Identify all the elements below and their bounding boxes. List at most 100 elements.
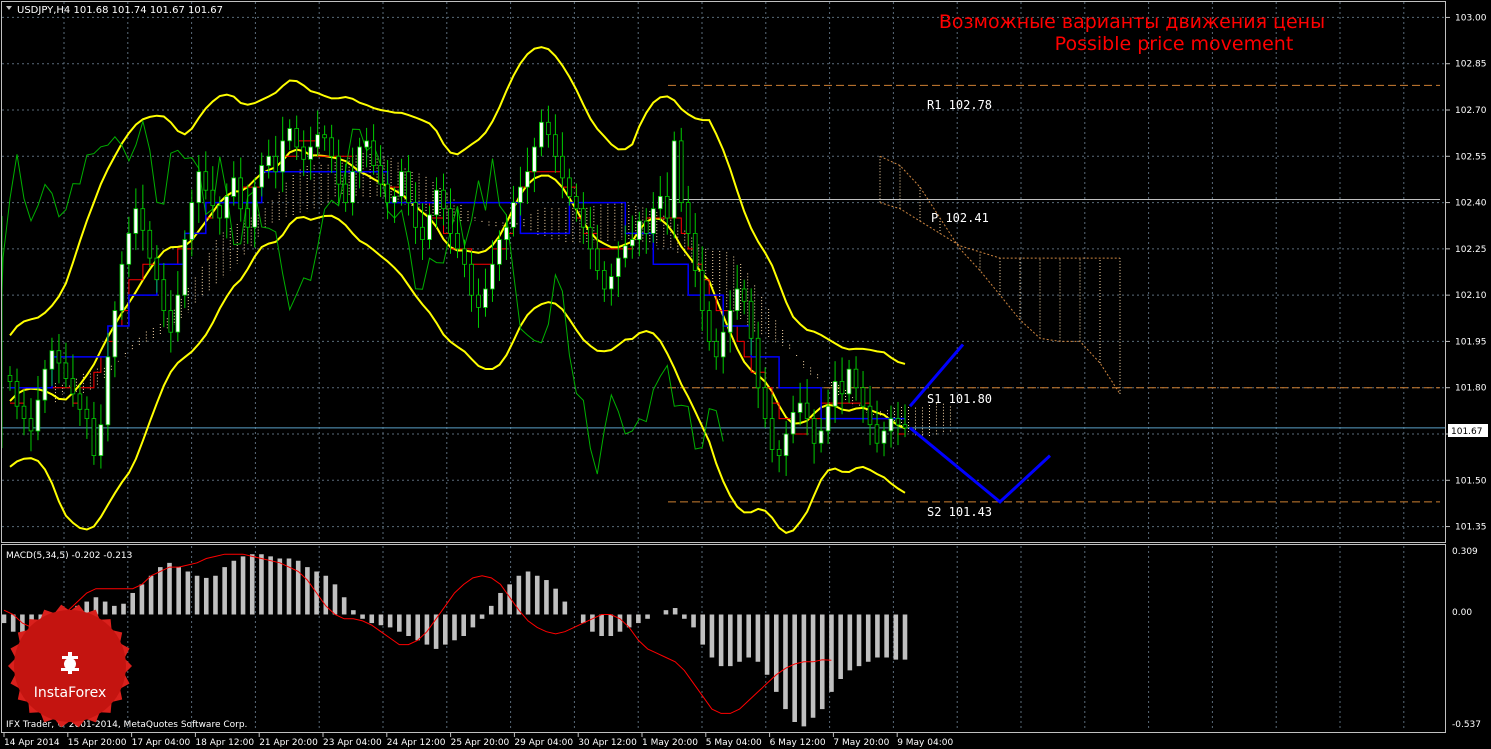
candle-body [518, 186, 523, 203]
candle-body [664, 195, 670, 219]
time-tick-label: 5 May 04:00 [706, 738, 762, 748]
candle-body [273, 155, 278, 173]
candle-body [378, 165, 383, 185]
time-tick-label: 25 Apr 20:00 [451, 738, 510, 748]
time-tick-label: 7 May 20:00 [833, 738, 889, 748]
macd-label: MACD(5,34,5) -0.202 -0.213 [6, 551, 132, 561]
candle-body [392, 195, 397, 203]
candle-body [574, 195, 579, 210]
candle-body [203, 171, 209, 191]
price-tick-label: 101.80 [1455, 384, 1487, 394]
candle-body [678, 140, 684, 203]
logo-text: InstaForex [34, 685, 107, 701]
price-tick-label: 102.70 [1455, 106, 1487, 116]
candle-body [329, 137, 334, 157]
candle-body [720, 331, 726, 358]
price-tick-label: 102.55 [1455, 152, 1487, 162]
candle-body [616, 257, 621, 278]
candle-body [301, 146, 306, 160]
candle-body [741, 288, 747, 302]
candle-body [287, 128, 292, 142]
candle-body [217, 205, 223, 219]
candle-body [77, 393, 83, 410]
candle-body [56, 350, 62, 364]
candle-body [588, 226, 593, 250]
price-tick-label: 102.40 [1455, 199, 1487, 209]
candle-body [441, 189, 446, 210]
candle-body [825, 405, 831, 432]
candle-body [511, 202, 516, 228]
candle-body [595, 248, 600, 271]
candle-body [818, 430, 824, 444]
candle-body [504, 226, 509, 241]
time-tick-label: 18 Apr 12:00 [195, 738, 254, 748]
candle-body [161, 279, 167, 312]
candle-body [70, 378, 76, 395]
macd-tick-max: 0.309 [1452, 547, 1478, 557]
candle-body [189, 202, 195, 241]
candle-body [336, 155, 341, 185]
price-tick-label: 101.50 [1455, 476, 1487, 486]
candle-body [769, 418, 775, 450]
candle-body [567, 177, 572, 197]
time-tick-label: 6 May 12:00 [770, 738, 826, 748]
time-tick-label: 9 May 04:00 [897, 738, 953, 748]
candle-body [133, 208, 139, 234]
candle-body [783, 433, 789, 457]
price-tick-label: 103.00 [1455, 13, 1487, 23]
candle-body [210, 189, 216, 206]
candle-body [420, 226, 425, 241]
candle-body [91, 418, 97, 457]
candle-body [546, 121, 551, 136]
time-tick-label: 23 Apr 04:00 [323, 738, 382, 748]
candle-body [846, 368, 852, 395]
candle-body [797, 402, 803, 413]
candle-body [385, 183, 390, 204]
candle-body [539, 121, 544, 148]
candle-body [63, 362, 69, 379]
candle-body [126, 232, 132, 265]
chart-background [0, 0, 1491, 749]
candle-body [832, 381, 838, 407]
annotation-line-en: Possible price movement [1055, 33, 1294, 55]
symbol-info: USDJPY,H4 101.68 101.74 101.67 101.67 [17, 5, 223, 16]
candle-body [839, 381, 845, 395]
macd-tick-zero: 0.00 [1452, 608, 1472, 618]
candle-body [42, 368, 48, 401]
price-tick-label: 102.85 [1455, 60, 1487, 70]
candle-body [671, 140, 677, 219]
candle-body [644, 220, 649, 234]
candle-body [140, 208, 146, 231]
time-tick-label: 30 Apr 12:00 [578, 738, 637, 748]
candle-body [602, 270, 607, 290]
candle-body [692, 232, 698, 271]
candle-body [252, 186, 258, 228]
candle-body [413, 202, 418, 228]
candle-body [713, 340, 719, 358]
candle-body [98, 424, 104, 457]
macd-tick-min: -0.537 [1452, 720, 1481, 730]
candle-body [399, 171, 404, 197]
candle-body [175, 294, 181, 333]
candle-body [699, 270, 705, 311]
candle-body [112, 310, 118, 358]
candle-body [469, 263, 474, 296]
candle-body [14, 381, 20, 407]
candle-body [350, 171, 355, 203]
price-chart[interactable]: USDJPY,H4 101.68 101.74 101.67 101.67 Во… [0, 0, 1491, 749]
price-tick-label: 101.95 [1455, 337, 1487, 347]
candle-body [147, 229, 153, 259]
level-label-p: P 102.41 [931, 211, 989, 225]
candle-body [727, 310, 733, 333]
candle-body [7, 374, 13, 382]
candle-body [280, 140, 285, 173]
candle-body [224, 195, 230, 219]
candle-body [105, 356, 111, 426]
candle-body [658, 195, 663, 210]
candle-body [811, 418, 817, 444]
candle-body [462, 248, 467, 265]
candle-body [315, 134, 320, 148]
candle-body [455, 232, 460, 250]
candle-body [888, 418, 894, 432]
candle-body [308, 146, 313, 160]
